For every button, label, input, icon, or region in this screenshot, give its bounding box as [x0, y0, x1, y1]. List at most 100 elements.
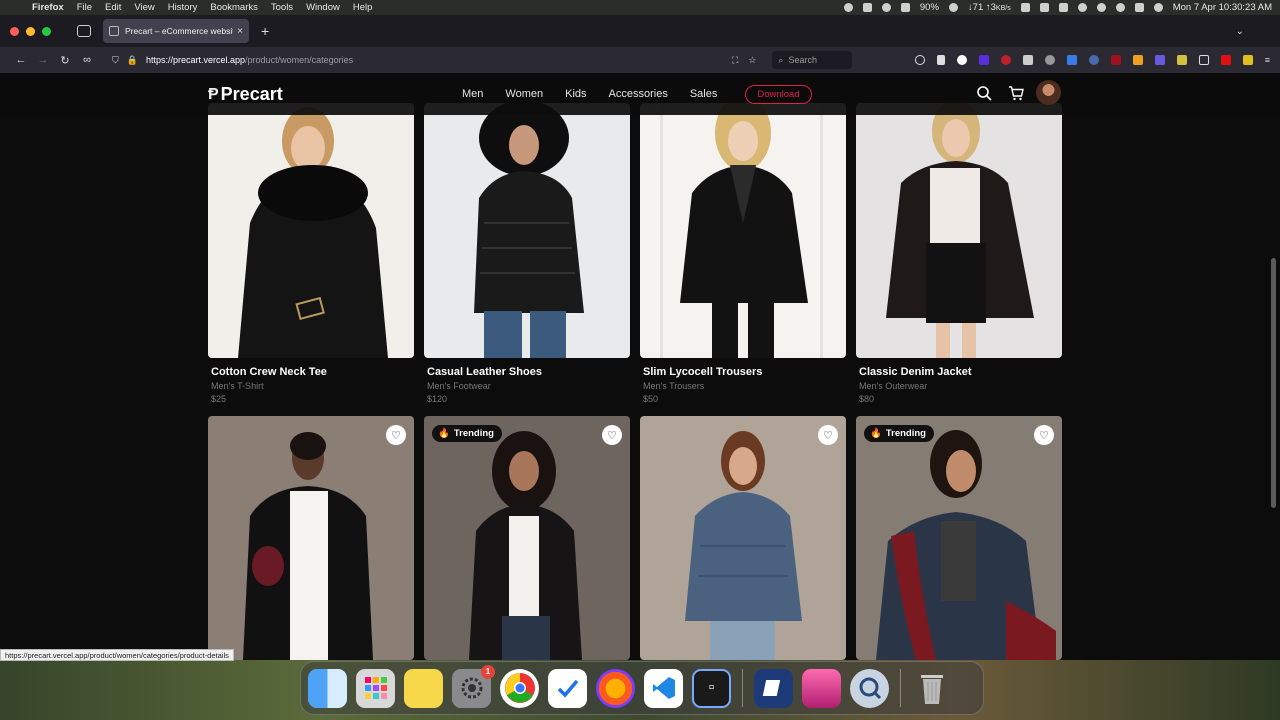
finder-icon[interactable] — [308, 668, 347, 708]
wifi-icon[interactable] — [1096, 3, 1106, 12]
close-window-button[interactable] — [10, 26, 19, 36]
extension-gray-icon[interactable] — [1044, 55, 1055, 65]
trash-icon[interactable] — [912, 669, 951, 708]
extension-cloud-icon[interactable] — [1198, 55, 1209, 65]
tab-overview-icon[interactable] — [77, 25, 91, 37]
extension-blue-icon[interactable] — [1066, 55, 1077, 65]
vscode-icon[interactable] — [644, 668, 683, 708]
nav-women[interactable]: Women — [505, 88, 543, 100]
private-mask-icon[interactable]: ∞ — [76, 54, 98, 66]
user-avatar[interactable] — [1036, 80, 1061, 105]
youtube-icon[interactable] — [1220, 55, 1231, 65]
product-name[interactable]: Casual Leather Shoes — [427, 366, 542, 378]
tab-close-icon[interactable]: × — [237, 26, 243, 37]
page-scrollbar[interactable] — [1271, 258, 1276, 508]
download-button[interactable]: Download — [745, 85, 812, 104]
lock-icon[interactable]: 🔒 — [127, 55, 138, 66]
preview-icon[interactable] — [802, 668, 841, 708]
product-image[interactable] — [640, 103, 846, 358]
nav-sales[interactable]: Sales — [690, 88, 718, 100]
nav-kids[interactable]: Kids — [565, 88, 586, 100]
notes-icon[interactable] — [404, 668, 443, 708]
extension-red-icon[interactable] — [1110, 55, 1121, 65]
keyboard-icon[interactable] — [1039, 3, 1049, 12]
url-bar[interactable]: ⛉ 🔒 https://precart.vercel.app/product/w… — [112, 50, 652, 70]
control-center-icon[interactable] — [1134, 3, 1144, 12]
back-icon[interactable]: ← — [10, 54, 32, 66]
extension-tools-icon[interactable] — [1176, 55, 1187, 65]
menu-view[interactable]: View — [134, 2, 154, 13]
extension-d-icon[interactable] — [1154, 55, 1165, 65]
nav-accessories[interactable]: Accessories — [609, 88, 668, 100]
product-image[interactable]: 🔥 Trending ♡ — [424, 416, 630, 660]
favorite-heart-icon[interactable]: ♡ — [602, 425, 622, 445]
firefox-icon[interactable] — [596, 668, 635, 708]
terminal-icon[interactable]: ▫ — [692, 668, 731, 708]
extension-yellow-icon[interactable] — [1242, 55, 1253, 65]
menu-overflow-icon[interactable]: ≡ — [1265, 55, 1270, 65]
grammarly-icon[interactable] — [881, 3, 891, 12]
product-image[interactable] — [856, 103, 1062, 358]
favorite-heart-icon[interactable]: ♡ — [1034, 425, 1054, 445]
system-settings-icon[interactable]: 1 — [452, 664, 495, 708]
extension-orange-icon[interactable] — [1132, 55, 1143, 65]
url-text[interactable]: https://precart.vercel.app/product/women… — [146, 55, 353, 65]
launchpad-icon[interactable] — [356, 668, 395, 708]
library-icon[interactable] — [936, 55, 945, 65]
settings-gear-icon[interactable] — [948, 3, 958, 12]
product-image[interactable]: ♡ — [208, 416, 414, 660]
extension-globe-icon[interactable] — [1088, 55, 1099, 65]
reload-icon[interactable]: ↻ — [54, 54, 76, 67]
menu-window[interactable]: Window — [306, 2, 340, 13]
product-image[interactable]: 🔥 Trending ♡ — [856, 416, 1062, 660]
menu-bookmarks[interactable]: Bookmarks — [210, 2, 258, 13]
list-all-tabs-icon[interactable]: ⌄ — [1236, 26, 1244, 37]
history-icon[interactable] — [914, 55, 925, 65]
site-search-icon[interactable] — [976, 85, 992, 101]
battery-percent[interactable]: 90% — [920, 2, 939, 13]
extension-purple-icon[interactable] — [978, 55, 989, 65]
ublock-icon[interactable] — [1000, 55, 1011, 65]
shield-icon[interactable]: ⛉ — [112, 55, 119, 66]
pocket-icon[interactable] — [956, 55, 967, 65]
chrome-icon[interactable] — [500, 668, 539, 708]
cart-icon[interactable] — [1008, 85, 1024, 101]
menu-edit[interactable]: Edit — [105, 2, 121, 13]
moon-icon[interactable] — [1077, 3, 1087, 12]
site-logo[interactable]: Ᵽ Precart — [208, 84, 283, 105]
menu-history[interactable]: History — [168, 2, 198, 13]
nav-men[interactable]: Men — [462, 88, 483, 100]
spotlight-icon[interactable] — [1115, 3, 1125, 12]
clock[interactable]: Mon 7 Apr 10:30:23 AM — [1173, 2, 1272, 13]
browser-tab-active[interactable]: Precart – eCommerce website 1 × — [103, 19, 249, 43]
bird-icon[interactable] — [862, 3, 872, 12]
product-image[interactable] — [424, 103, 630, 358]
battery-icon[interactable] — [1058, 3, 1068, 12]
forward-icon[interactable]: → — [32, 54, 54, 66]
new-tab-icon[interactable]: + — [261, 23, 269, 39]
siri-icon[interactable] — [1153, 3, 1163, 12]
product-name[interactable]: Classic Denim Jacket — [859, 366, 972, 378]
product-image[interactable]: ♡ — [640, 416, 846, 660]
bluetooth-icon[interactable] — [1020, 3, 1030, 12]
notification-icon[interactable] — [900, 3, 910, 12]
puzzle-icon[interactable] — [1022, 55, 1033, 65]
product-image[interactable] — [208, 103, 414, 358]
translate-icon[interactable]: ⛶ — [732, 55, 738, 66]
favorite-heart-icon[interactable]: ♡ — [818, 425, 838, 445]
product-name[interactable]: Cotton Crew Neck Tee — [211, 366, 327, 378]
tasks-check-icon[interactable] — [548, 668, 587, 708]
quicktime-icon[interactable] — [850, 668, 889, 708]
menu-tools[interactable]: Tools — [271, 2, 293, 13]
search-input[interactable]: ⌕ Search — [772, 51, 853, 69]
maximize-window-button[interactable] — [42, 26, 51, 36]
bookmark-star-icon[interactable]: ☆ — [748, 55, 756, 66]
record-icon[interactable] — [843, 3, 853, 12]
menu-help[interactable]: Help — [353, 2, 373, 13]
screens-icon[interactable] — [754, 668, 793, 708]
menu-app-name[interactable]: Firefox — [32, 2, 64, 13]
product-name[interactable]: Slim Lycocell Trousers — [643, 366, 762, 378]
menu-file[interactable]: File — [77, 2, 92, 13]
minimize-window-button[interactable] — [26, 26, 35, 36]
favorite-heart-icon[interactable]: ♡ — [386, 425, 406, 445]
